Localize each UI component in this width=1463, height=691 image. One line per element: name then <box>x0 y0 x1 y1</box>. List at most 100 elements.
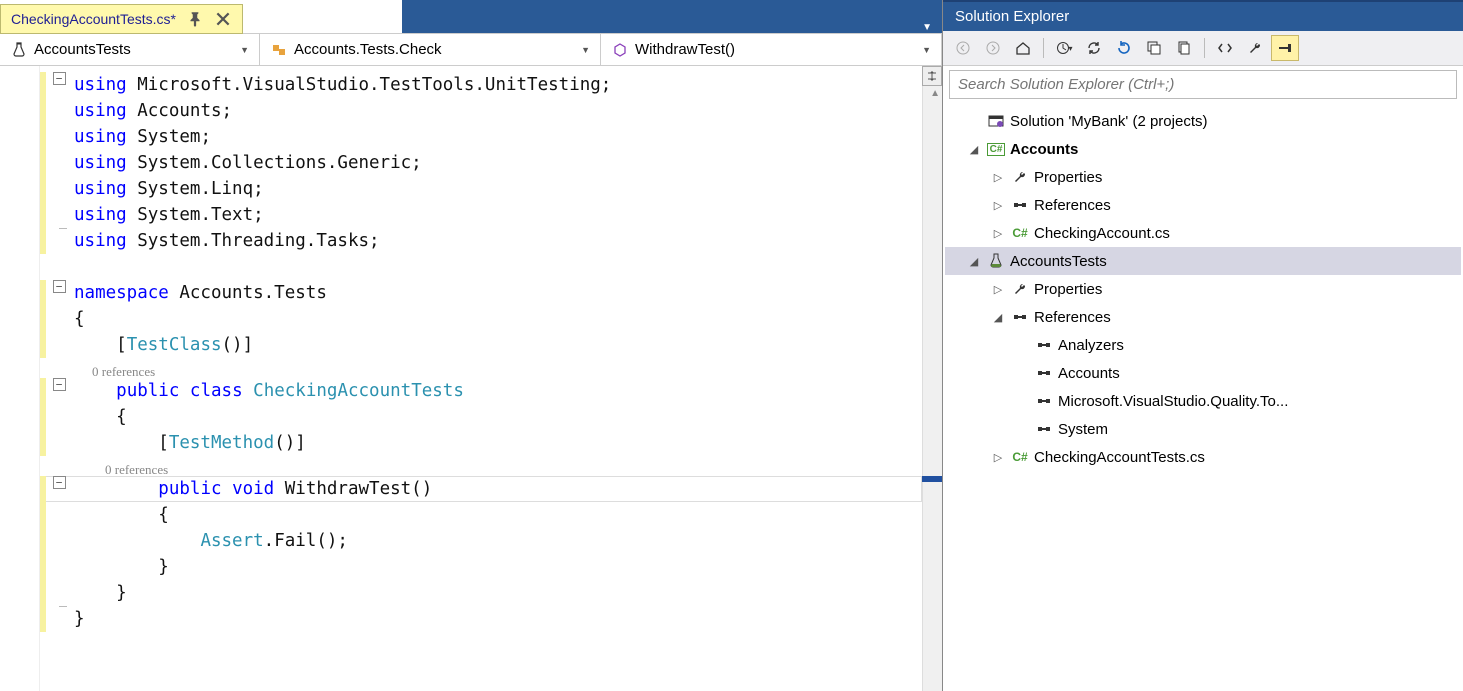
scroll-change-marker <box>922 476 942 482</box>
tree-item[interactable]: ◢AccountsTests <box>945 247 1461 275</box>
tree-item[interactable]: ◢ References <box>945 303 1461 331</box>
code-line[interactable]: using System.Collections.Generic; <box>40 150 922 176</box>
code-line[interactable]: { <box>40 502 922 528</box>
tree-item[interactable]: ▷ Properties <box>945 163 1461 191</box>
code-line[interactable]: { <box>40 404 922 430</box>
fold-toggle[interactable]: − <box>53 280 66 293</box>
scroll-up-icon[interactable]: ▲ <box>930 88 940 99</box>
solution-icon <box>987 112 1005 130</box>
code-line[interactable]: using System; <box>40 124 922 150</box>
tab-overflow-button[interactable]: ▼ <box>912 22 942 33</box>
code-line[interactable]: using System.Text; <box>40 202 922 228</box>
pending-changes-button[interactable]: ▾ <box>1050 35 1078 61</box>
csproj-icon: C# <box>987 140 1005 158</box>
codelens-indicator[interactable]: 0 references <box>74 462 168 477</box>
fold-toggle[interactable]: − <box>53 378 66 391</box>
code-line[interactable]: 0 references <box>40 358 922 378</box>
wrench-icon <box>1011 168 1029 186</box>
tree-item[interactable]: ▷ References <box>945 191 1461 219</box>
code-line[interactable]: 0 references <box>40 456 922 476</box>
code-line[interactable]: − public class CheckingAccountTests <box>40 378 922 404</box>
editor-pane: CheckingAccountTests.cs* ▼ AccountsTests… <box>0 0 943 691</box>
show-all-files-button[interactable] <box>1170 35 1198 61</box>
tree-item-label: Accounts <box>1058 365 1120 382</box>
view-code-button[interactable] <box>1211 35 1239 61</box>
chevron-down-icon: ▼ <box>581 45 590 55</box>
change-indicator <box>40 606 46 632</box>
nav-back-button[interactable] <box>949 35 977 61</box>
nav-scope-dropdown[interactable]: AccountsTests ▼ <box>0 34 260 65</box>
collapse-all-button[interactable] <box>1140 35 1168 61</box>
tree-item[interactable]: Analyzers <box>945 331 1461 359</box>
expand-icon[interactable]: ◢ <box>966 143 982 156</box>
expand-icon[interactable]: ▷ <box>990 283 1006 296</box>
tree-item[interactable]: Accounts <box>945 359 1461 387</box>
active-document-tab[interactable]: CheckingAccountTests.cs* <box>0 4 243 34</box>
code-nav-bar: AccountsTests ▼ Accounts.Tests.Check ▼ W… <box>0 34 942 66</box>
chevron-down-icon: ▼ <box>240 45 249 55</box>
vertical-scrollbar[interactable]: ▲ <box>922 66 942 691</box>
codelens-indicator[interactable]: 0 references <box>74 364 155 379</box>
code-line[interactable]: Assert.Fail(); <box>40 528 922 554</box>
code-line[interactable]: } <box>40 554 922 580</box>
code-editor[interactable]: −using Microsoft.VisualStudio.TestTools.… <box>0 66 942 691</box>
fold-toggle[interactable]: − <box>53 476 66 489</box>
preview-selected-button[interactable] <box>1271 35 1299 61</box>
flask-icon <box>10 41 28 59</box>
home-button[interactable] <box>1009 35 1037 61</box>
nav-method-dropdown[interactable]: WithdrawTest() ▼ <box>601 34 942 65</box>
code-line[interactable]: −using Microsoft.VisualStudio.TestTools.… <box>40 72 922 98</box>
tree-item[interactable]: System <box>945 415 1461 443</box>
code-line[interactable]: [TestClass()] <box>40 332 922 358</box>
expand-icon[interactable]: ▷ <box>990 451 1006 464</box>
tree-item[interactable]: Microsoft.VisualStudio.Quality.To... <box>945 387 1461 415</box>
solution-explorer-search[interactable] <box>949 70 1457 99</box>
change-indicator <box>40 176 46 202</box>
nav-class-dropdown[interactable]: Accounts.Tests.Check ▼ <box>260 34 601 65</box>
tree-item[interactable]: ▷ Properties <box>945 275 1461 303</box>
fold-toggle[interactable]: − <box>53 72 66 85</box>
expand-icon[interactable]: ▷ <box>990 227 1006 240</box>
tree-item[interactable]: ◢C#Accounts <box>945 135 1461 163</box>
expand-icon[interactable]: ▷ <box>990 199 1006 212</box>
expand-icon[interactable]: ▷ <box>990 171 1006 184</box>
tab-filename: CheckingAccountTests.cs* <box>11 11 176 27</box>
tree-item[interactable]: ▷C#CheckingAccount.cs <box>945 219 1461 247</box>
flask-icon <box>987 252 1005 270</box>
refresh-button[interactable] <box>1110 35 1138 61</box>
properties-button[interactable] <box>1241 35 1269 61</box>
tree-item[interactable]: ▷C#CheckingAccountTests.cs <box>945 443 1461 471</box>
code-line[interactable]: using System.Linq; <box>40 176 922 202</box>
tree-item-label: References <box>1034 197 1111 214</box>
chevron-down-icon: ▼ <box>922 45 931 55</box>
tree-item-label: CheckingAccount.cs <box>1034 225 1170 242</box>
ref-icon <box>1035 420 1053 438</box>
code-line[interactable]: } <box>40 606 922 632</box>
sync-button[interactable] <box>1080 35 1108 61</box>
close-icon[interactable] <box>214 10 232 28</box>
code-line[interactable] <box>40 254 922 280</box>
nav-forward-button[interactable] <box>979 35 1007 61</box>
code-line[interactable]: using System.Threading.Tasks; <box>40 228 922 254</box>
tree-item[interactable]: Solution 'MyBank' (2 projects) <box>945 107 1461 135</box>
expand-icon[interactable]: ◢ <box>990 311 1006 324</box>
tree-item-label: Properties <box>1034 169 1102 186</box>
solution-explorer-title: Solution Explorer <box>943 2 1463 31</box>
change-indicator <box>40 580 46 606</box>
code-line[interactable]: [TestMethod()] <box>40 430 922 456</box>
split-icon[interactable] <box>922 66 942 86</box>
code-text-area[interactable]: −using Microsoft.VisualStudio.TestTools.… <box>40 66 922 691</box>
code-line[interactable]: −namespace Accounts.Tests <box>40 280 922 306</box>
tree-item-label: Properties <box>1034 281 1102 298</box>
search-input[interactable] <box>949 70 1457 99</box>
code-line[interactable]: { <box>40 306 922 332</box>
change-indicator <box>40 554 46 580</box>
code-line[interactable]: − public void WithdrawTest() <box>40 476 922 502</box>
expand-icon[interactable]: ◢ <box>966 255 982 268</box>
code-line[interactable]: using Accounts; <box>40 98 922 124</box>
pin-icon[interactable] <box>186 10 204 28</box>
solution-tree[interactable]: Solution 'MyBank' (2 projects) ◢ C# Account… <box>943 103 1463 475</box>
code-line[interactable]: } <box>40 580 922 606</box>
tree-item-label: Microsoft.VisualStudio.Quality.To... <box>1058 393 1288 410</box>
tree-item-label: References <box>1034 309 1111 326</box>
